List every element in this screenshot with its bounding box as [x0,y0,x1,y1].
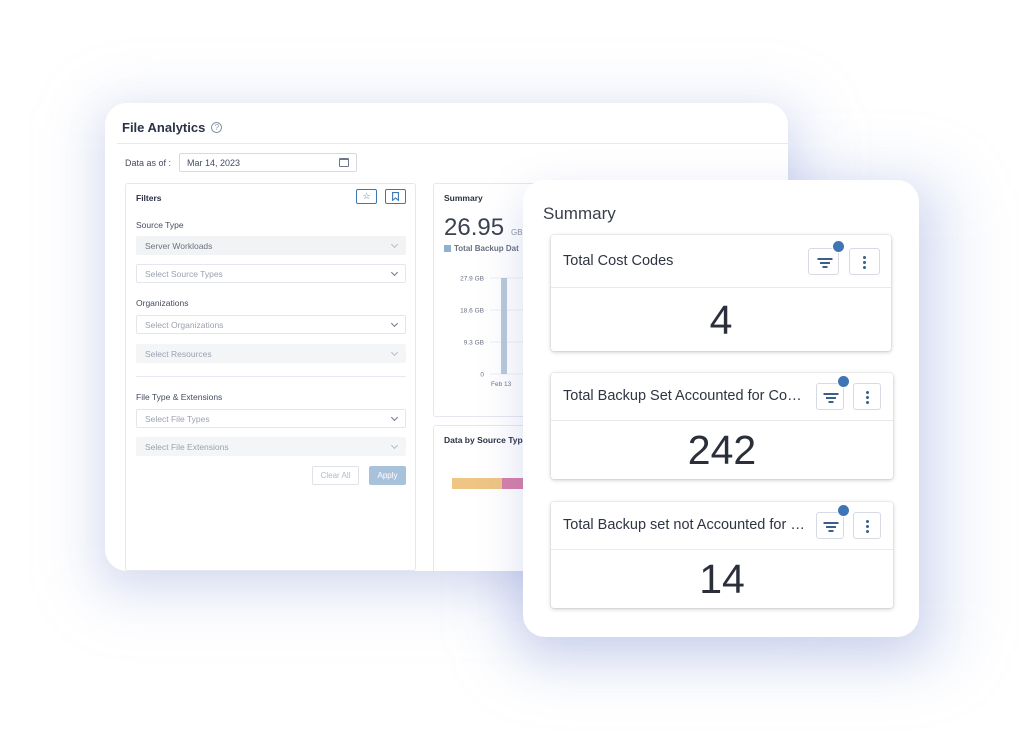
date-label: Data as of : [125,157,172,168]
organizations-select[interactable]: Select Organizations [136,315,406,334]
legend-label: Total Backup Dat [454,244,519,253]
chevron-down-icon [390,348,399,356]
filter-button[interactable] [816,375,850,410]
y-tick-label: 0 [480,372,484,379]
date-value: Mar 14, 2023 [187,157,241,168]
help-icon[interactable]: ? [211,122,223,133]
summary-card: Summary Total Cost Codes 4 Total Backup … [523,180,919,637]
chevron-down-icon [390,268,399,276]
metric-card-total-cost-codes: Total Cost Codes 4 [551,235,891,351]
filter-button[interactable] [808,240,845,275]
clear-all-button[interactable]: Clear All [312,466,359,485]
source-type-label: Source Type [136,220,184,230]
source-type-title: Data by Source Type [444,435,528,445]
file-types-select[interactable]: Select File Types [136,409,406,428]
resources-placeholder: Select Resources [145,348,212,359]
more-options-button[interactable] [853,383,881,410]
y-tick-label: 9.3 GB [464,340,484,347]
metric-label: Total Backup Set Accounted for Cost Code… [563,388,805,404]
x-tick-label: Feb 13 [491,381,512,388]
page-title: File Analytics [122,120,206,135]
metric-card-not-accounted: Total Backup set not Accounted for Cost … [551,502,893,608]
calendar-icon[interactable] [339,158,350,167]
section-divider [136,376,406,377]
metric-card-header: Total Backup Set Accounted for Cost Code… [551,373,893,421]
filter-icon [823,522,838,532]
more-vertical-icon [866,391,869,404]
source-type-select[interactable]: Server Workloads [136,236,406,255]
filter-icon [817,258,832,268]
filter-active-badge [837,504,850,517]
star-icon: ☆ [362,191,371,201]
filter-active-badge [837,375,850,388]
more-options-button[interactable] [853,512,881,539]
source-bar-segment[interactable] [502,478,524,489]
legend-swatch [444,245,451,252]
metric-card-header: Total Cost Codes [551,235,891,288]
summary-title: Summary [543,204,616,223]
metric-value: 242 [687,427,757,473]
metric-card-header: Total Backup set not Accounted for Cost … [551,502,893,550]
file-type-label: File Type & Extensions [136,392,223,402]
date-row: Data as of : Mar 14, 2023 [125,153,358,172]
filters-title: Filters [136,193,162,203]
resources-select[interactable]: Select Resources [136,344,406,363]
y-tick-label: 18.6 GB [460,308,484,315]
chart-legend: Total Backup Dat [444,244,519,253]
chart-bar[interactable] [501,278,507,374]
more-vertical-icon [863,256,866,269]
source-bar-segment[interactable] [452,478,503,489]
metric-card-accounted: Total Backup Set Accounted for Cost Code… [551,373,893,479]
y-tick-label: 27.9 GB [460,276,484,283]
filter-button[interactable] [816,504,850,539]
filters-panel: Filters ☆ Source Type Server Workloads S… [125,183,416,571]
more-options-button[interactable] [849,248,880,275]
metric-label: Total Backup set not Accounted for Cost … [563,517,805,533]
chevron-down-icon [390,240,399,248]
more-vertical-icon [866,520,869,533]
organizations-label: Organizations [136,298,189,308]
metric-value: 14 [699,556,745,602]
file-types-placeholder: Select File Types [145,413,210,424]
chevron-down-icon [390,319,399,327]
source-type-value: Server Workloads [145,240,213,251]
total-backup-value: 26.95 [444,214,505,241]
file-extensions-placeholder: Select File Extensions [145,441,229,452]
metric-label: Total Cost Codes [563,253,674,269]
organizations-placeholder: Select Organizations [145,319,224,330]
metric-value: 4 [709,297,733,343]
apply-button[interactable]: Apply [369,466,406,485]
total-backup-unit: GB [511,228,523,237]
source-types-select[interactable]: Select Source Types [136,264,406,283]
bookmark-icon [392,192,399,202]
chevron-down-icon [390,441,399,449]
chevron-down-icon [390,413,399,421]
source-types-placeholder: Select Source Types [145,268,223,279]
page-header: File Analytics ? [122,120,223,135]
summary-panel-title: Summary [444,193,483,203]
date-picker[interactable]: Mar 14, 2023 [179,153,358,172]
filter-active-badge [832,240,845,253]
star-button[interactable]: ☆ [356,189,377,204]
file-extensions-select[interactable]: Select File Extensions [136,437,406,456]
filter-icon [823,393,838,403]
bookmark-button[interactable] [385,189,406,204]
header-divider [117,143,788,144]
